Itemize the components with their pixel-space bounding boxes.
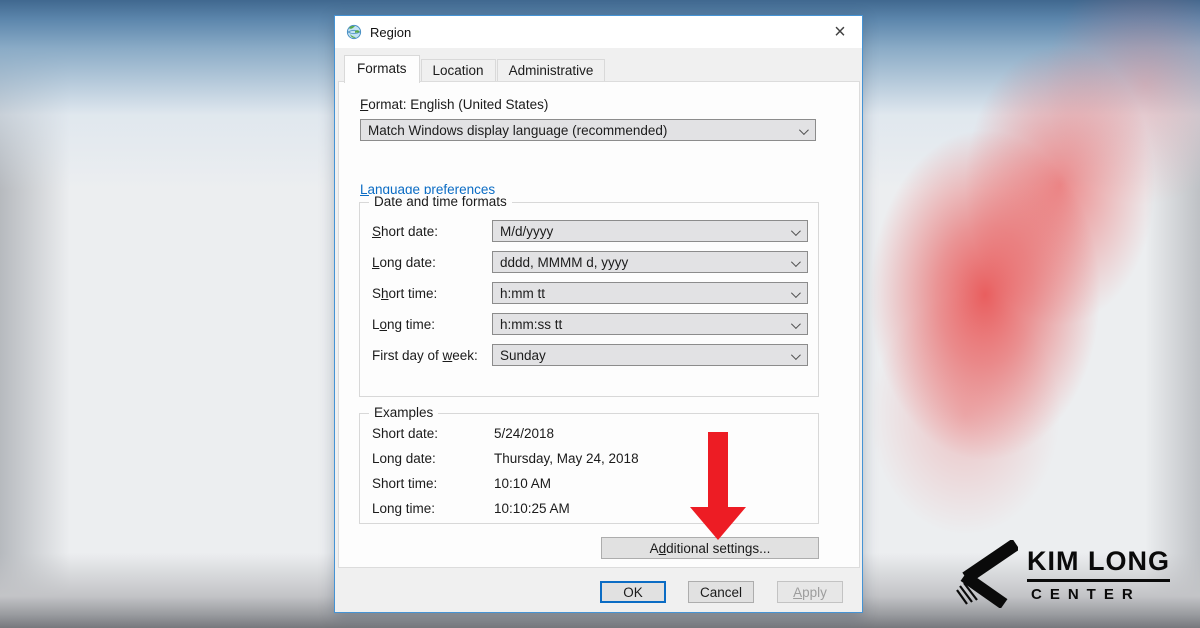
close-icon: × <box>834 22 846 42</box>
blurred-backdrop: Region × Formats Location Administrative… <box>0 0 1200 628</box>
short-time-combobox[interactable]: h:mm tt <box>492 282 808 304</box>
chevron-down-icon <box>791 257 801 267</box>
example-short-time-value: 10:10 AM <box>494 476 551 491</box>
tab-location[interactable]: Location <box>421 59 496 83</box>
example-long-date-label: Long date: <box>372 451 436 466</box>
red-arrow-icon <box>690 432 746 540</box>
tab-administrative[interactable]: Administrative <box>497 59 606 83</box>
long-date-value: dddd, MMMM d, yyyy <box>500 255 628 270</box>
tab-strip: Formats Location Administrative <box>344 58 606 83</box>
logo-line1: KIM LONG <box>1027 546 1170 582</box>
tab-formats[interactable]: Formats <box>344 55 420 83</box>
example-short-time-label: Short time: <box>372 476 437 491</box>
short-time-label: Short time: <box>372 286 437 301</box>
display-language-combobox[interactable]: Match Windows display language (recommen… <box>360 119 816 141</box>
ok-button[interactable]: OK <box>600 581 666 603</box>
group-title: Date and time formats <box>369 194 512 209</box>
long-time-label: Long time: <box>372 317 435 332</box>
kimlong-chevron-icon <box>956 540 1018 608</box>
short-date-label: Short date: <box>372 224 438 239</box>
short-date-combobox[interactable]: M/d/yyyy <box>492 220 808 242</box>
example-long-date-value: Thursday, May 24, 2018 <box>494 451 639 466</box>
first-day-label: First day of week: <box>372 348 478 363</box>
display-language-value: Match Windows display language (recommen… <box>368 123 667 138</box>
long-date-combobox[interactable]: dddd, MMMM d, yyyy <box>492 251 808 273</box>
window-title: Region <box>370 25 411 40</box>
first-day-combobox[interactable]: Sunday <box>492 344 808 366</box>
cancel-button[interactable]: Cancel <box>688 581 754 603</box>
long-time-value: h:mm:ss tt <box>500 317 562 332</box>
close-button[interactable]: × <box>824 19 856 44</box>
format-label: Format: English (United States) <box>360 97 548 112</box>
group-title: Examples <box>369 405 438 420</box>
example-short-date-value: 5/24/2018 <box>494 426 554 441</box>
chevron-down-icon <box>791 319 801 329</box>
apply-button-disabled: Apply <box>777 581 843 603</box>
long-time-combobox[interactable]: h:mm:ss tt <box>492 313 808 335</box>
chevron-down-icon <box>791 350 801 360</box>
chevron-down-icon <box>799 125 809 135</box>
kim-long-center-logo: KIM LONG CENTER <box>956 540 1170 608</box>
example-short-date-label: Short date: <box>372 426 438 441</box>
title-bar: Region <box>335 16 862 48</box>
red-arrow-annotation <box>685 428 751 542</box>
short-date-value: M/d/yyyy <box>500 224 553 239</box>
region-globe-icon <box>346 24 362 40</box>
region-dialog: Region × Formats Location Administrative… <box>334 15 863 613</box>
first-day-value: Sunday <box>500 348 546 363</box>
chevron-down-icon <box>791 288 801 298</box>
chevron-down-icon <box>791 226 801 236</box>
long-date-label: Long date: <box>372 255 436 270</box>
formats-tab-page: Format: English (United States) Match Wi… <box>338 81 860 568</box>
example-long-time-value: 10:10:25 AM <box>494 501 570 516</box>
date-time-formats-group: Date and time formats Short date: M/d/yy… <box>359 202 819 397</box>
example-long-time-label: Long time: <box>372 501 435 516</box>
logo-line2: CENTER <box>1027 586 1170 603</box>
short-time-value: h:mm tt <box>500 286 545 301</box>
